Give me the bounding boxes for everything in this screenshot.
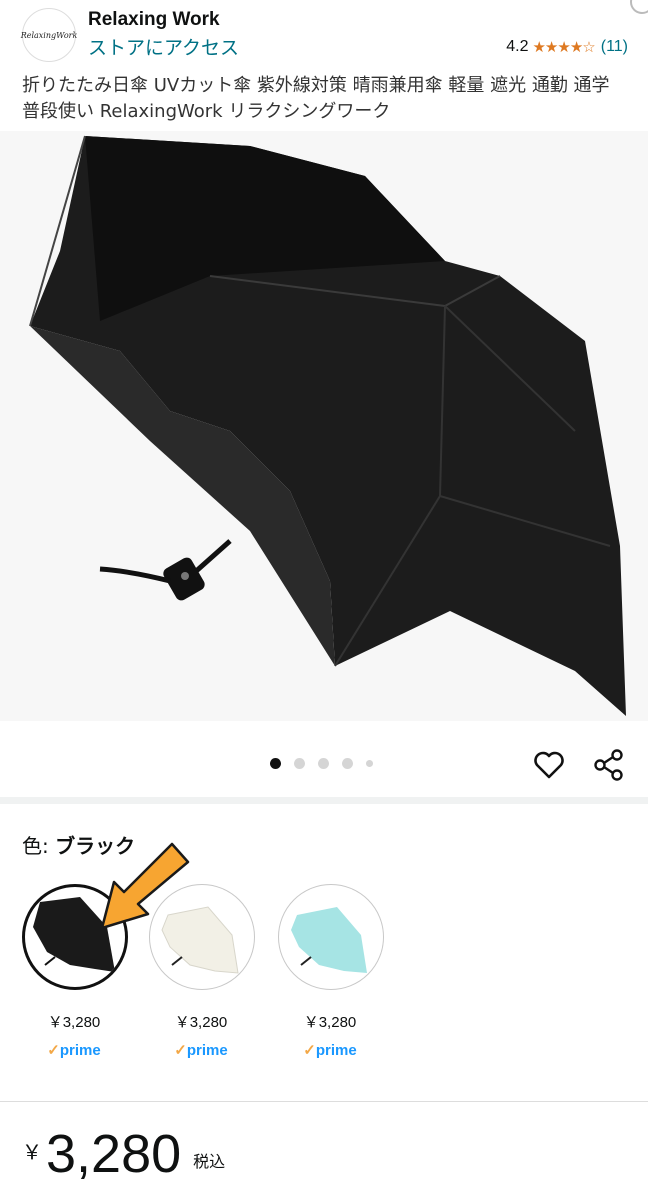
umbrella-image xyxy=(29,135,626,716)
orange-arrow-icon xyxy=(100,842,190,930)
carousel-dot-2[interactable] xyxy=(294,758,305,769)
heart-icon xyxy=(534,751,564,779)
product-title: 折りたたみ日傘 UVカット傘 紫外線対策 晴雨兼用傘 軽量 遮光 通勤 通学 普… xyxy=(22,75,610,122)
product-image[interactable] xyxy=(0,131,648,721)
carousel-dot-1[interactable] xyxy=(270,758,281,769)
section-divider xyxy=(0,797,648,804)
share-button[interactable] xyxy=(592,748,626,782)
store-name[interactable]: Relaxing Work xyxy=(88,9,220,31)
swatch-price-2: ￥3,280 xyxy=(174,1014,228,1031)
prime-text-1: prime xyxy=(59,1042,101,1059)
swatch-price-3: ￥3,280 xyxy=(303,1014,357,1031)
prime-badge-2: ✓prime xyxy=(174,1042,228,1059)
swatch-price-1: ￥3,280 xyxy=(47,1014,101,1031)
store-header: RelaxingWork Relaxing Work ストアにアクセス 4.2 … xyxy=(0,0,648,70)
overlay-circle xyxy=(630,0,648,14)
mint-umbrella-thumbnail xyxy=(291,907,367,973)
store-logo-text: RelaxingWork xyxy=(20,30,78,40)
prime-text-2: prime xyxy=(186,1042,228,1059)
rating-value: 4.2 xyxy=(506,38,529,55)
price-amount: 3,280 xyxy=(46,1124,182,1184)
color-swatch-mint[interactable] xyxy=(278,884,384,990)
visit-store-link[interactable]: ストアにアクセス xyxy=(88,33,239,60)
rating[interactable]: 4.2 ★★★★☆ (11) xyxy=(506,38,628,56)
color-label-prefix: 色: xyxy=(22,834,56,858)
star-rating-icon: ★★★★☆ xyxy=(532,38,595,56)
carousel-dot-3[interactable] xyxy=(318,758,329,769)
price-currency: ￥ xyxy=(22,1142,42,1164)
share-icon xyxy=(594,749,623,781)
rating-count-link[interactable]: (11) xyxy=(601,38,628,56)
price-block: ￥ 3,280 税込 xyxy=(22,1124,225,1184)
prime-badge-3: ✓prime xyxy=(303,1042,357,1059)
favorite-button[interactable] xyxy=(532,748,566,782)
prime-badge-1: ✓prime xyxy=(47,1042,101,1059)
carousel-dot-5[interactable] xyxy=(366,760,373,767)
price-divider xyxy=(0,1101,648,1102)
carousel-indicator[interactable] xyxy=(270,758,386,769)
tax-note: 税込 xyxy=(193,1152,226,1171)
carousel-dot-4[interactable] xyxy=(342,758,353,769)
prime-text-3: prime xyxy=(315,1042,357,1059)
store-logo[interactable]: RelaxingWork xyxy=(20,8,78,62)
